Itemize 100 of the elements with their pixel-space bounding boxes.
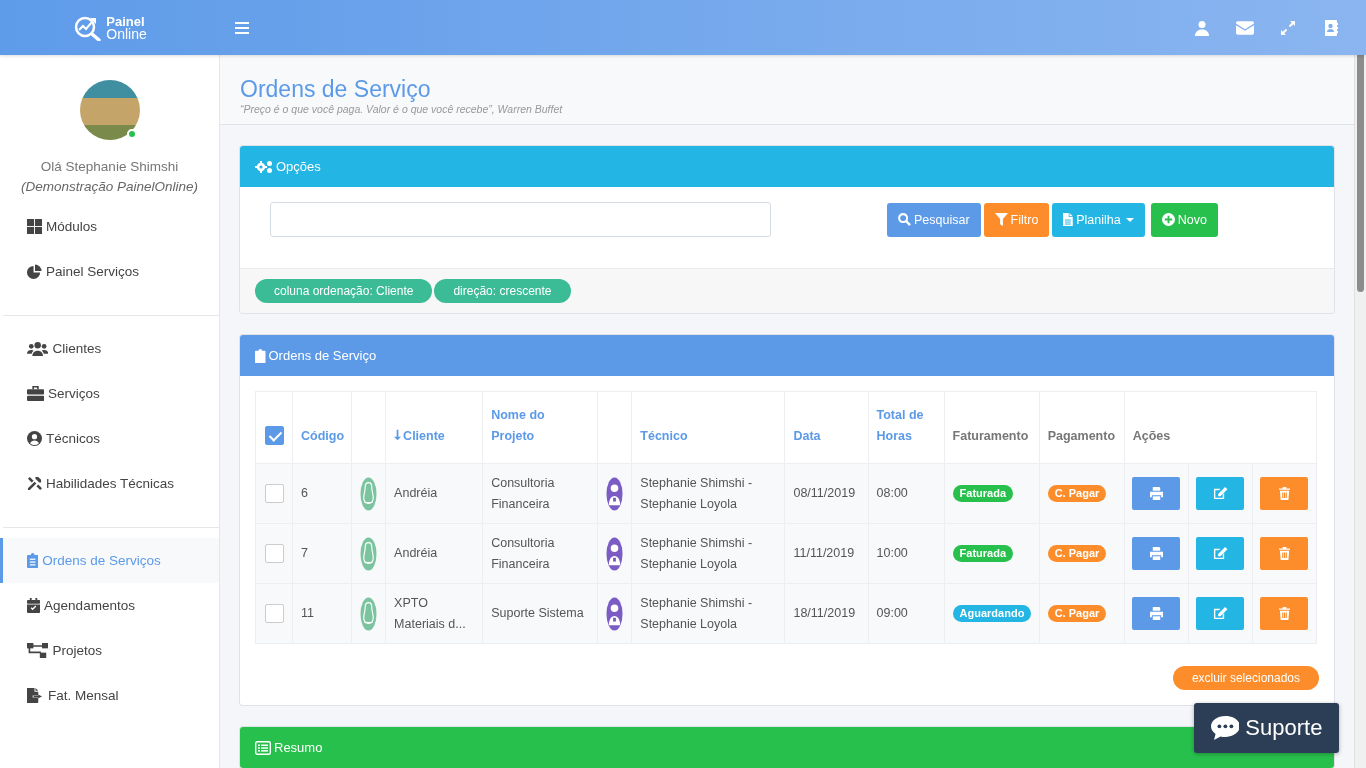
trash-icon: [1278, 547, 1290, 560]
calendar-icon: [27, 598, 41, 613]
technician-name: Stephanie Shimshi - Stephanie Loyola: [640, 475, 753, 511]
column-header: Ações: [1132, 428, 1171, 445]
sidebar-item[interactable]: Ordens de Serviços: [0, 538, 219, 583]
edit-button[interactable]: [1196, 597, 1245, 630]
caret-icon: [1125, 217, 1134, 222]
clipboard-icon: [255, 348, 266, 363]
project-name: Consultoria Financeira: [491, 475, 555, 511]
client-name: Andréia: [394, 486, 438, 500]
order-code: 11: [301, 606, 314, 620]
payment-status-badge: C. Pagar: [1047, 545, 1107, 562]
edit-button[interactable]: [1196, 537, 1245, 570]
plus-circle-icon: [1161, 213, 1175, 226]
print-button[interactable]: [1132, 537, 1181, 570]
user-icon[interactable]: [1194, 19, 1210, 36]
logo[interactable]: Painel Online: [0, 14, 220, 41]
contact-book-icon[interactable]: [1324, 19, 1338, 36]
page-title: Ordens de Serviço: [240, 75, 432, 103]
list-icon: [255, 740, 271, 755]
edit-icon: [1212, 547, 1228, 560]
payment-status-badge: C. Pagar: [1047, 605, 1107, 622]
delete-button[interactable]: [1260, 537, 1309, 570]
select-all-checkbox[interactable]: [264, 426, 284, 446]
project-name: Suporte Sistema: [491, 606, 584, 620]
row-checkbox[interactable]: [264, 484, 284, 504]
printer-icon: [1149, 607, 1163, 620]
document-icon: [1063, 213, 1074, 226]
sidebar-item[interactable]: Projetos: [0, 628, 219, 673]
project-name: Consultoria Financeira: [491, 535, 555, 571]
sidebar-item[interactable]: Serviços: [0, 371, 219, 416]
filter-tag[interactable]: coluna ordenação: Cliente: [255, 279, 433, 303]
technician-avatar-icon: [606, 595, 624, 632]
row-checkbox[interactable]: [264, 544, 284, 564]
user-role: (Demonstração PainelOnline): [19, 179, 200, 194]
client-avatar-icon: [360, 475, 378, 512]
column-header[interactable]: Cliente: [394, 426, 445, 447]
search-button[interactable]: Pesquisar: [887, 202, 981, 237]
client-avatar-icon: [360, 535, 378, 572]
grid-icon: [27, 219, 42, 234]
client-name: Andréia: [394, 546, 438, 560]
order-date: 11/11/2019: [793, 546, 855, 560]
order-code: 7: [301, 546, 308, 560]
delete-selected-button[interactable]: excluir selecionados: [1172, 666, 1319, 690]
user-greeting: Olá Stephanie Shimshi: [39, 159, 180, 174]
sidebar-item[interactable]: Módulos: [0, 204, 219, 249]
technician-avatar-icon: [606, 475, 624, 512]
order-code: 6: [301, 486, 308, 500]
scrollbar[interactable]: [1354, 55, 1366, 768]
search-icon: [898, 213, 911, 226]
filter-tag[interactable]: direção: crescente: [434, 279, 571, 303]
delete-button[interactable]: [1260, 477, 1309, 510]
technician-avatar-icon: [606, 535, 624, 572]
user-circle-icon: [27, 431, 42, 446]
edit-icon: [1212, 487, 1228, 500]
technician-name: Stephanie Shimshi - Stephanie Loyola: [640, 535, 753, 571]
sidebar-item[interactable]: Habilidades Técnicas: [0, 461, 219, 506]
trash-icon: [1278, 487, 1290, 500]
edit-icon: [1212, 607, 1228, 620]
sidebar-item[interactable]: Agendamentos: [0, 583, 219, 628]
print-button[interactable]: [1132, 597, 1181, 630]
total-hours: 09:00: [876, 606, 908, 620]
logo-text: Painel Online: [106, 15, 147, 40]
card-title: Opções: [276, 159, 321, 174]
sidebar-item[interactable]: Painel Serviços: [0, 249, 219, 294]
edit-button[interactable]: [1196, 477, 1245, 510]
column-header: Pagamento: [1047, 428, 1116, 445]
column-header: Faturamento: [952, 428, 1029, 445]
billing-status-badge: Faturada: [952, 485, 1014, 502]
new-button[interactable]: Novo: [1150, 202, 1218, 237]
support-button[interactable]: Suporte: [1194, 703, 1339, 753]
search-field[interactable]: [270, 202, 771, 237]
logo-icon: [73, 14, 104, 41]
sidebar-item[interactable]: Fat. Mensal: [0, 673, 219, 718]
technician-name: Stephanie Shimshi - Stephanie Loyola: [640, 595, 753, 631]
billing-status-badge: Aguardando: [952, 605, 1032, 622]
delete-button[interactable]: [1260, 597, 1309, 630]
card-title: Resumo: [274, 740, 323, 755]
envelope-icon[interactable]: [1236, 19, 1254, 36]
column-header[interactable]: Data: [793, 426, 821, 447]
trash-icon: [1278, 607, 1290, 620]
total-hours: 10:00: [876, 546, 908, 560]
billing-status-badge: Faturada: [952, 545, 1014, 562]
card-title: Ordens de Serviço: [268, 348, 377, 363]
users-icon: [27, 341, 49, 356]
sidebar-item[interactable]: Clientes: [0, 326, 219, 371]
order-date: 08/11/2019: [793, 486, 856, 500]
column-header[interactable]: Técnico: [640, 426, 688, 447]
print-button[interactable]: [1132, 477, 1181, 510]
client-name: XPTO Materiais d...: [394, 595, 466, 631]
sheet-button[interactable]: Planilha: [1052, 202, 1145, 237]
clipboard-icon: [27, 553, 39, 568]
row-checkbox[interactable]: [264, 604, 284, 624]
briefcase-icon: [27, 386, 45, 401]
printer-icon: [1149, 547, 1163, 560]
filter-button[interactable]: Filtro: [983, 202, 1050, 237]
tools-icon: [27, 476, 42, 491]
expand-icon[interactable]: [1280, 19, 1296, 36]
sidebar-item[interactable]: Técnicos: [0, 416, 219, 461]
sitemap-icon: [27, 643, 49, 658]
